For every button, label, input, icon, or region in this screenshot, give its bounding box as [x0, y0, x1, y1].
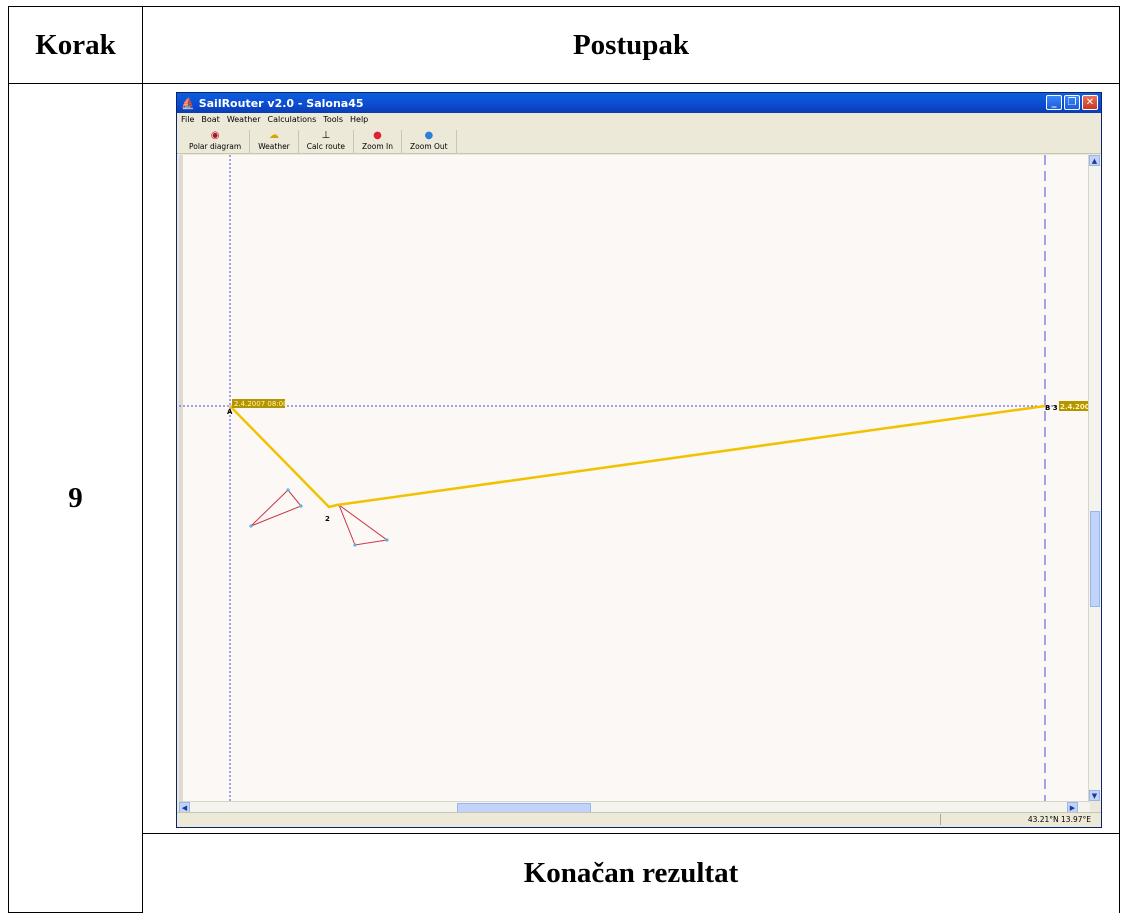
step-number: 9 — [8, 83, 143, 913]
route-map[interactable]: 2.4.2007 08:00 A 2 B 3 2.4.2007 — [179, 155, 1090, 801]
map-canvas[interactable]: 2.4.2007 08:00 A 2 B 3 2.4.2007 — [179, 155, 1090, 801]
calc-route-icon: ⊥ — [321, 130, 331, 141]
maximize-button[interactable]: ❐ — [1064, 95, 1080, 110]
scroll-up-icon[interactable]: ▲ — [1089, 155, 1100, 166]
start-point-label: A — [227, 408, 233, 416]
header-korak: Korak — [8, 5, 143, 85]
polar-diagram-button[interactable]: ◉ Polar diagram — [181, 130, 251, 153]
polar-diagram-icon: ◉ — [210, 130, 220, 141]
start-date-label: 2.4.2007 08:00 — [234, 400, 288, 408]
window-title: SailRouter v2.0 - Salona45 — [198, 96, 364, 110]
zoom-out-button[interactable]: ● Zoom Out — [402, 130, 457, 153]
weather-button[interactable]: ☁ Weather — [250, 130, 299, 153]
result-header: Konačan rezultat — [142, 833, 1120, 913]
route-line[interactable] — [229, 404, 1046, 509]
end-point-label: B 3 — [1045, 404, 1058, 412]
menu-file[interactable]: File — [181, 115, 194, 124]
zoom-out-icon: ● — [424, 130, 434, 141]
vertical-scroll-thumb[interactable] — [1090, 511, 1100, 607]
wind-triangle-2 — [337, 503, 389, 546]
calc-route-button[interactable]: ⊥ Calc route — [299, 130, 355, 153]
close-button[interactable]: ✕ — [1082, 95, 1098, 110]
header-postupak: Postupak — [142, 5, 1120, 85]
scroll-down-icon[interactable]: ▼ — [1089, 790, 1100, 801]
menu-calculations[interactable]: Calculations — [268, 115, 317, 124]
sailboat-icon: ⛵ — [181, 96, 195, 110]
toolbar: ◉ Polar diagram ☁ Weather ⊥ Calc route ●… — [177, 126, 1101, 154]
statusbar: 43.21°N 13.97°E — [177, 812, 1101, 827]
window-titlebar[interactable]: ⛵ SailRouter v2.0 - Salona45 _ ❐ ✕ — [177, 93, 1101, 113]
zoom-in-button[interactable]: ● Zoom In — [354, 130, 403, 153]
menu-help[interactable]: Help — [350, 115, 368, 124]
menu-weather[interactable]: Weather — [227, 115, 261, 124]
wind-triangle-1 — [250, 489, 302, 527]
minimize-button[interactable]: _ — [1046, 95, 1062, 110]
waypoint-label: 2 — [325, 515, 330, 523]
map-left-edge — [179, 155, 183, 801]
menubar: File Boat Weather Calculations Tools Hel… — [177, 113, 1101, 126]
zoom-in-icon: ● — [373, 130, 382, 141]
menu-boat[interactable]: Boat — [201, 115, 219, 124]
sailrouter-window: ⛵ SailRouter v2.0 - Salona45 _ ❐ ✕ File … — [176, 92, 1102, 828]
status-coordinates: 43.21°N 13.97°E — [1027, 815, 1091, 824]
menu-tools[interactable]: Tools — [323, 115, 343, 124]
weather-icon: ☁ — [268, 130, 279, 141]
vertical-scrollbar[interactable]: ▲ ▼ — [1088, 155, 1101, 801]
end-date-label: 2.4.2007 — [1060, 403, 1090, 411]
